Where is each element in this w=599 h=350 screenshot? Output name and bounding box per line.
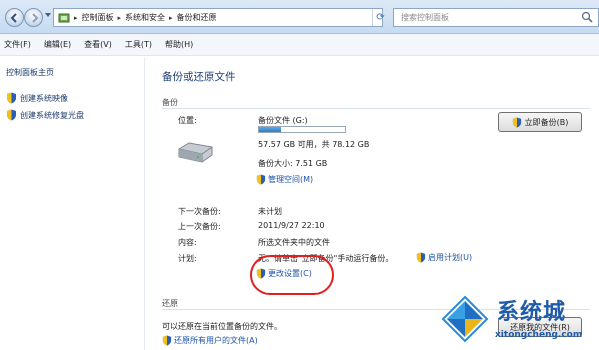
backup-divider [162, 108, 590, 109]
refresh-icon: ⟳ [376, 12, 385, 23]
page-title: 备份或还原文件 [162, 71, 236, 83]
disk-usage-bar [258, 126, 346, 133]
location-value: 备份文件 (G:) [258, 116, 308, 125]
forward-button[interactable] [24, 8, 43, 27]
breadcrumb-separator: ▸ [169, 13, 173, 22]
restore-all-users-label: 还原所有用户的文件(A) [174, 336, 258, 345]
address-bar-area: ▸ 控制面板 ▸ 系统和安全 ▸ 备份和还原 ⟳ 搜索控制面板 [0, 0, 599, 34]
back-button[interactable] [5, 8, 24, 27]
search-placeholder: 搜索控制面板 [401, 13, 449, 22]
control-panel-icon [58, 13, 70, 22]
backup-size-text: 备份大小: 7.51 GB [258, 159, 328, 168]
location-label: 位置: [178, 116, 197, 125]
back-arrow-icon [10, 13, 17, 23]
watermark: 系统城 xitongcheng.com [437, 290, 599, 350]
refresh-button[interactable]: ⟳ [372, 9, 388, 26]
breadcrumb-item[interactable]: 控制面板 [82, 12, 114, 23]
sidebar-item-label: 创建系统修复光盘 [20, 110, 84, 120]
content-label: 内容: [178, 238, 197, 247]
menu-edit[interactable]: 编辑(E) [44, 39, 71, 50]
enable-schedule-label: 启用计划(U) [428, 253, 473, 262]
search-input[interactable]: 搜索控制面板 [393, 8, 599, 27]
watermark-brand: 系统城 [497, 300, 567, 325]
watermark-logo-icon [441, 295, 489, 343]
shield-icon [7, 109, 16, 121]
shield-icon [256, 174, 266, 185]
shield-icon [416, 252, 426, 263]
menu-bar: 文件(F) 编辑(E) 查看(V) 工具(T) 帮助(H) [0, 34, 599, 56]
forward-arrow-icon [32, 13, 39, 23]
schedule-label: 计划: [178, 254, 197, 263]
manage-space-link[interactable]: 管理空间(M) [256, 174, 313, 185]
restore-text: 可以还原在当前位置备份的文件。 [162, 322, 282, 331]
next-backup-label: 下一次备份: [178, 207, 221, 216]
sidebar-item-create-repair-disc[interactable]: 创建系统修复光盘 [6, 109, 84, 121]
breadcrumb-separator: ▸ [74, 13, 78, 22]
breadcrumb-item[interactable]: 备份和还原 [177, 12, 217, 23]
hard-drive-icon [178, 142, 213, 163]
menu-tools[interactable]: 工具(T) [125, 39, 152, 50]
last-backup-label: 上一次备份: [178, 222, 221, 231]
sidebar-item-label: 创建系统映像 [20, 93, 68, 103]
menu-file[interactable]: 文件(F) [4, 39, 31, 50]
shield-icon [7, 92, 16, 104]
search-icon [581, 11, 593, 23]
content-value: 所选文件夹中的文件 [258, 238, 330, 247]
backup-now-label: 立即备份(B) [524, 117, 569, 127]
disk-usage-fill [259, 127, 282, 132]
control-panel-home-link[interactable]: 控制面板主页 [6, 67, 54, 78]
free-space-text: 57.57 GB 可用，共 78.12 GB [258, 140, 370, 149]
menu-view[interactable]: 查看(V) [84, 39, 112, 50]
breadcrumb-separator: ▸ [117, 13, 122, 22]
menu-help[interactable]: 帮助(H) [165, 39, 193, 50]
shield-icon [512, 117, 521, 127]
manage-space-label: 管理空间(M) [268, 175, 314, 184]
restore-section-heading: 还原 [162, 299, 178, 308]
breadcrumb-item[interactable]: 系统和安全 [125, 12, 165, 23]
restore-all-users-link[interactable]: 还原所有用户的文件(A) [162, 335, 258, 346]
highlight-circle [250, 255, 334, 295]
sidebar: 控制面板主页 创建系统映像 创建系统修复光盘 [0, 57, 145, 350]
shield-icon [162, 335, 172, 346]
last-backup-value: 2011/9/27 22:10 [258, 221, 325, 230]
sidebar-item-create-image[interactable]: 创建系统映像 [6, 92, 68, 104]
watermark-site: xitongcheng.com [495, 330, 583, 340]
backup-now-button[interactable]: 立即备份(B) [498, 112, 582, 132]
enable-schedule-link[interactable]: 启用计划(U) [416, 252, 472, 263]
recent-pages-dropdown[interactable] [45, 13, 51, 17]
next-backup-value: 未计划 [258, 207, 282, 216]
backup-section-heading: 备份 [162, 98, 178, 107]
breadcrumb[interactable]: ▸ 控制面板 ▸ 系统和安全 ▸ 备份和还原 [53, 8, 383, 27]
